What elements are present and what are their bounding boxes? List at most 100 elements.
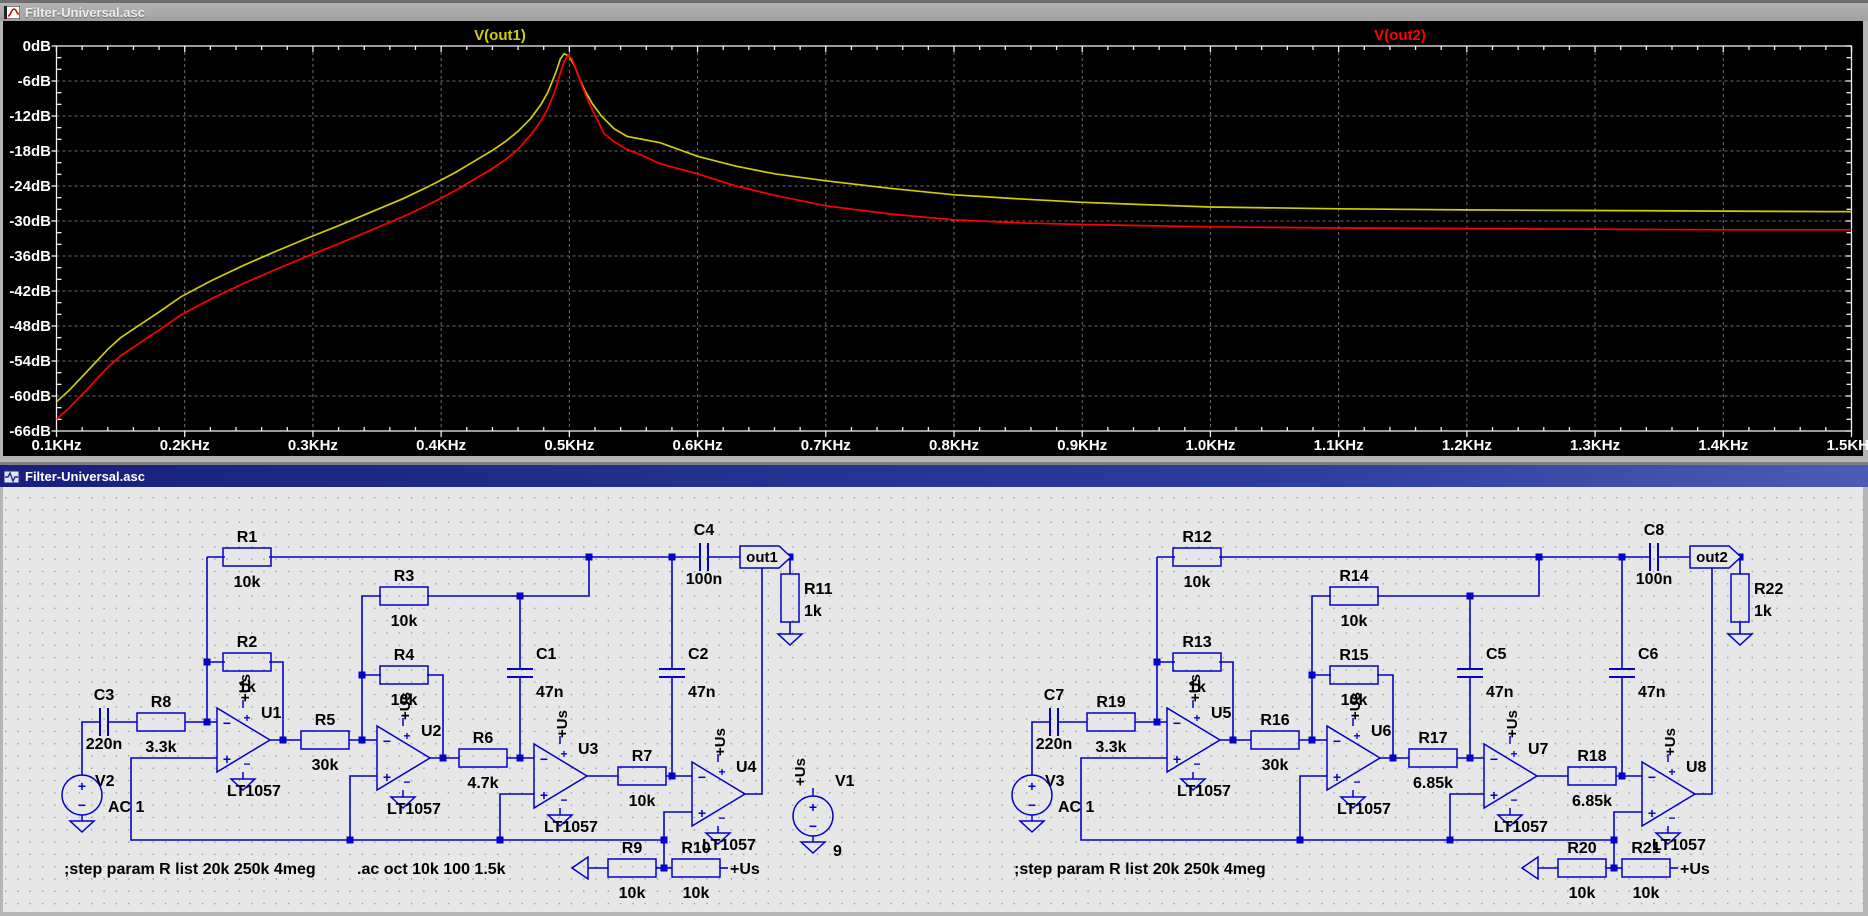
svg-text:-24dB: -24dB [9,178,51,195]
svg-text:−: − [1028,797,1036,813]
svg-text:1k: 1k [804,603,822,620]
svg-text:−: − [403,775,410,789]
svg-text:-42dB: -42dB [9,283,51,300]
svg-text:C4: C4 [694,522,715,539]
svg-text:R8: R8 [151,694,172,711]
svg-text:U6: U6 [1371,723,1392,740]
svg-text:10k: 10k [629,793,656,810]
svg-text:LT1057: LT1057 [1652,837,1706,854]
svg-text:C7: C7 [1044,687,1065,704]
svg-text:+: + [403,729,410,743]
svg-text:R22: R22 [1754,581,1783,598]
svg-text:−: − [1648,769,1656,785]
svg-text:C2: C2 [688,646,709,663]
legend-vout2: V(out2) [1374,27,1426,44]
spice-directive-dir1[interactable]: ;step param R list 20k 250k 4meg [64,861,316,878]
svg-text:−: − [1193,757,1200,771]
svg-text:AC 1: AC 1 [1058,799,1095,816]
supply-label: +Us [1504,710,1521,738]
svg-text:0.9KHz: 0.9KHz [1057,437,1107,454]
svg-text:0.1KHz: 0.1KHz [31,437,81,454]
svg-text:V1: V1 [835,773,855,790]
spice-directive-dir2[interactable]: .ac oct 10k 100 1.5k [357,861,506,878]
schematic-canvas[interactable]: R110kR21kR310kR410kR530kR64.7kR710kR83.3… [0,487,1868,916]
svg-text:+: + [560,747,567,761]
svg-text:0.7KHz: 0.7KHz [801,437,851,454]
svg-text:out1: out1 [746,549,778,566]
svg-text:1.3KHz: 1.3KHz [1570,437,1620,454]
svg-text:+: + [243,711,250,725]
supply-label: +Us [1347,692,1364,720]
svg-text:0.4KHz: 0.4KHz [416,437,466,454]
svg-text:R5: R5 [315,712,336,729]
waveform-plot-canvas[interactable]: 0dB-6dB-12dB-18dB-24dB-30dB-36dB-42dB-48… [0,21,1868,462]
svg-text:-60dB: -60dB [9,388,51,405]
svg-text:-12dB: -12dB [9,108,51,125]
waveform-window-title: Filter-Universal.asc [25,5,145,20]
svg-text:+: + [1193,711,1200,725]
svg-text:R19: R19 [1096,694,1125,711]
svg-text:1k: 1k [1754,603,1772,620]
svg-text:30k: 30k [1262,757,1289,774]
svg-text:10k: 10k [683,885,710,902]
us-label-+Us[interactable]: +Us [730,861,760,878]
svg-text:+: + [1353,729,1360,743]
svg-text:U5: U5 [1211,705,1232,722]
svg-text:C5: C5 [1486,646,1507,663]
svg-text:0.3KHz: 0.3KHz [288,437,338,454]
svg-text:LT1057: LT1057 [1337,801,1391,818]
svg-text:0dB: 0dB [23,38,52,55]
svg-text:−: − [1668,811,1675,825]
schematic-window-title: Filter-Universal.asc [25,469,145,484]
port-out-out1[interactable]: out1 [740,546,791,568]
svg-text:−: − [78,797,86,813]
svg-text:R15: R15 [1339,647,1368,664]
svg-text:+: + [540,787,548,803]
svg-text:0.6KHz: 0.6KHz [673,437,723,454]
spice-directive-dir1[interactable]: ;step param R list 20k 250k 4meg [1014,861,1266,878]
svg-text:10k: 10k [1633,885,1660,902]
waveform-titlebar[interactable]: Filter-Universal.asc [0,0,1868,21]
svg-text:U8: U8 [1686,759,1707,776]
svg-text:+: + [1510,747,1517,761]
us-label-+Us[interactable]: +Us [1680,861,1710,878]
svg-text:R1: R1 [237,529,258,546]
svg-text:V2: V2 [95,773,115,790]
svg-text:1.4KHz: 1.4KHz [1698,437,1748,454]
svg-text:R7: R7 [632,748,653,765]
svg-text:+: + [1490,787,1498,803]
svg-text:AC 1: AC 1 [108,799,145,816]
svg-text:+: + [78,778,86,794]
svg-text:3.3k: 3.3k [1095,739,1126,756]
svg-text:−: − [223,715,231,731]
svg-text:-6dB: -6dB [18,73,52,90]
port-out-out2[interactable]: out2 [1690,546,1741,568]
svg-text:LT1057: LT1057 [702,837,756,854]
svg-text:−: − [809,818,817,834]
svg-text:10k: 10k [234,574,261,591]
svg-text:6.85k: 6.85k [1413,775,1453,792]
waveform-doc-icon [4,6,20,19]
svg-text:47n: 47n [1638,684,1666,701]
supply-label: +Us [792,758,809,786]
svg-text:+: + [718,765,725,779]
schematic-titlebar[interactable]: Filter-Universal.asc [0,462,1868,487]
svg-text:1.1KHz: 1.1KHz [1314,437,1364,454]
svg-text:LT1057: LT1057 [1494,819,1548,836]
svg-text:9: 9 [833,843,842,860]
svg-text:10k: 10k [1341,613,1368,630]
supply-label: +Us [712,728,729,756]
svg-text:+: + [1333,769,1341,785]
svg-text:C3: C3 [94,687,115,704]
svg-text:0.2KHz: 0.2KHz [160,437,210,454]
schematic-window: Filter-Universal.asc R110kR21kR310kR410k… [0,462,1868,916]
svg-text:100n: 100n [686,571,722,588]
waveform-window: Filter-Universal.asc 0dB -6dB -12dB -18dB -2… [0,0,1868,462]
svg-text:10k: 10k [391,613,418,630]
svg-text:LT1057: LT1057 [1177,783,1231,800]
svg-text:−: − [718,811,725,825]
svg-text:U7: U7 [1528,741,1549,758]
svg-text:-18dB: -18dB [9,143,51,160]
svg-text:-54dB: -54dB [9,353,51,370]
svg-text:V3: V3 [1045,773,1065,790]
